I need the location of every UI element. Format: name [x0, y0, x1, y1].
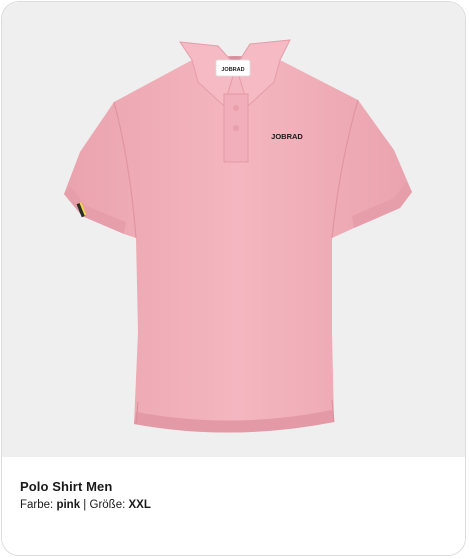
polo-shirt-illustration: JOBRAD JOBRAD	[64, 39, 412, 433]
size-value: XXL	[128, 499, 151, 511]
button	[233, 105, 239, 111]
attribute-separator: |	[83, 499, 87, 511]
product-card[interactable]: JOBRAD JOBRAD Polo Shirt Men Farbe: pink…	[1, 1, 466, 556]
button	[233, 125, 239, 131]
size-label: Größe:	[89, 499, 126, 511]
product-name: Polo Shirt Men	[20, 479, 113, 494]
color-value: pink	[56, 499, 81, 511]
product-info: Polo Shirt Men Farbe: pink | Größe: XXL	[2, 457, 465, 555]
product-image[interactable]: JOBRAD JOBRAD	[2, 2, 465, 457]
color-label: Farbe:	[20, 499, 54, 511]
product-attributes: Farbe: pink | Größe: XXL	[20, 499, 151, 511]
chest-logo: JOBRAD	[271, 132, 303, 141]
collar-tag-text: JOBRAD	[221, 67, 244, 73]
